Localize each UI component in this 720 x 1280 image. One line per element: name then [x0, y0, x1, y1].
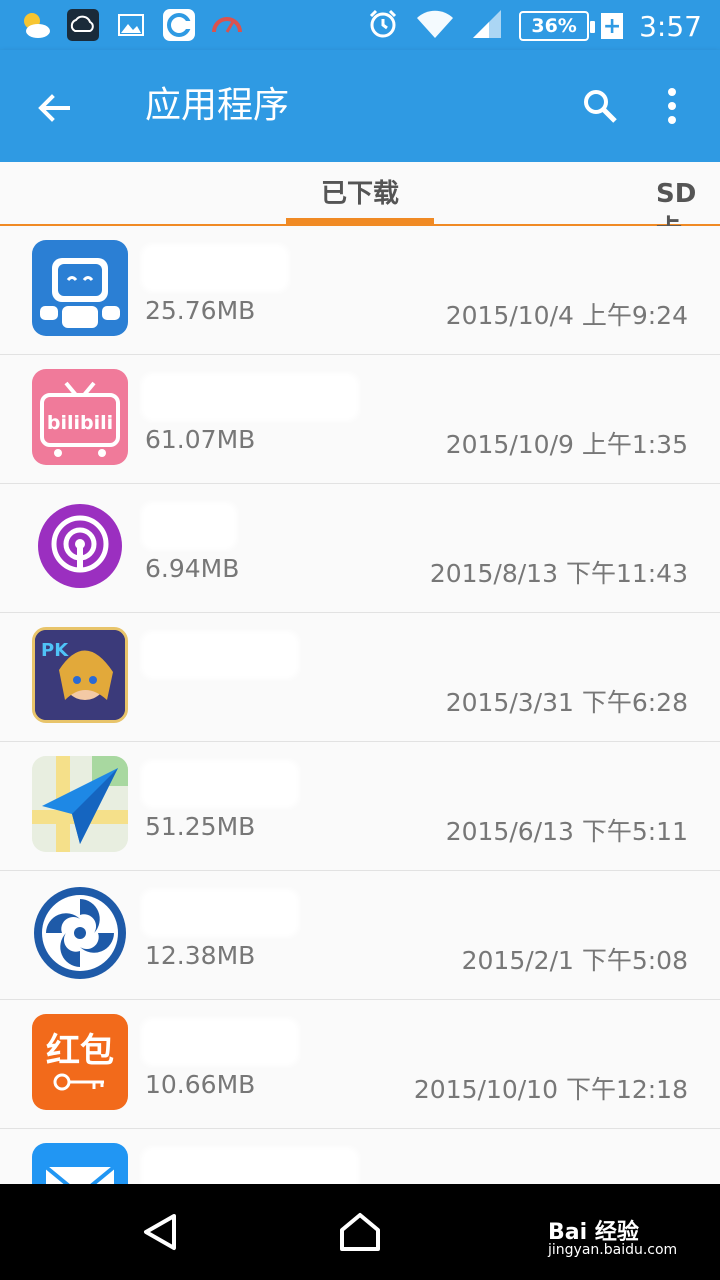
status-bar: 36% + 3:57	[0, 0, 720, 50]
tab-sd-card[interactable]: SD卡	[656, 176, 720, 245]
nav-home-button[interactable]	[332, 1208, 388, 1256]
red-packet-icon: 红包	[32, 1014, 128, 1110]
battery-icon: 36% +	[519, 11, 624, 41]
signal-icon	[471, 8, 503, 44]
overflow-menu-button[interactable]	[648, 80, 696, 132]
app-date: 2015/10/9 上午1:35	[445, 430, 688, 459]
app-bar: 应用程序	[0, 50, 720, 162]
list-item[interactable]: 12.38MB 2015/2/1 下午5:08	[0, 871, 720, 1000]
svg-text:bilibili: bilibili	[47, 412, 113, 434]
battery-level: 36%	[519, 11, 596, 41]
tab-bar: 已下载 SD卡	[0, 162, 720, 245]
list-item[interactable]: 6.94MB 2015/8/13 下午11:43	[0, 484, 720, 613]
browser-icon	[162, 8, 196, 42]
weather-icon	[18, 8, 52, 42]
app-date: 2015/2/1 下午5:08	[461, 946, 688, 975]
app-name-redacted	[145, 1022, 295, 1062]
app-size: 25.76MB	[145, 296, 256, 325]
watermark-url: jingyan.baidu.com	[548, 1242, 678, 1258]
mail-icon	[32, 1143, 128, 1184]
wifi-icon	[415, 8, 455, 44]
notification-icons	[18, 8, 244, 42]
app-size: 6.94MB	[145, 554, 240, 583]
nav-back-button[interactable]	[132, 1208, 188, 1256]
tab-indicator	[286, 218, 434, 224]
app-name-redacted	[145, 635, 295, 675]
spiral-logo-icon	[32, 885, 128, 981]
app-size: 51.25MB	[145, 812, 256, 841]
app-date: 2015/6/13 下午5:11	[445, 817, 688, 846]
app-date: 2015/10/4 上午9:24	[445, 301, 688, 330]
alarm-icon	[367, 8, 399, 44]
more-vert-icon	[668, 88, 676, 124]
charging-icon: +	[601, 13, 624, 39]
key-icon	[53, 1073, 104, 1091]
tab-label: 已下载	[320, 179, 399, 209]
arrow-left-icon	[38, 94, 70, 122]
image-icon	[114, 8, 148, 42]
bilibili-icon: bilibili	[32, 369, 128, 465]
list-item[interactable]: PK 2015/3/31 下午6:28	[0, 613, 720, 742]
svg-text:PK: PK	[41, 640, 69, 661]
list-item[interactable]	[0, 1129, 720, 1184]
navigation-bar: Bai 经验 jingyan.baidu.com	[0, 1184, 720, 1280]
robot-face-icon	[32, 240, 128, 336]
app-name-redacted	[145, 248, 285, 288]
system-icons: 36% + 3:57	[367, 8, 702, 44]
app-size: 10.66MB	[145, 1070, 256, 1099]
cloud-icon	[66, 8, 100, 42]
app-date: 2015/3/31 下午6:28	[445, 688, 688, 717]
clock: 3:57	[639, 9, 702, 43]
app-name-redacted	[145, 506, 233, 546]
app-name-redacted	[145, 1151, 355, 1184]
app-date: 2015/10/10 下午12:18	[413, 1075, 688, 1104]
list-item[interactable]: 25.76MB 2015/10/4 上午9:24	[0, 226, 720, 355]
podcast-icon	[32, 498, 128, 594]
back-button[interactable]	[26, 80, 82, 136]
list-item[interactable]: 51.25MB 2015/6/13 下午5:11	[0, 742, 720, 871]
app-name-redacted	[145, 893, 295, 933]
search-button[interactable]	[574, 80, 626, 132]
tab-downloaded[interactable]: 已下载	[286, 176, 434, 224]
page-title: 应用程序	[145, 85, 290, 126]
triangle-back-icon	[144, 1214, 176, 1250]
list-item[interactable]: 红包 10.66MB 2015/10/10 下午12:18	[0, 1000, 720, 1129]
map-plane-icon	[32, 756, 128, 852]
gauge-icon	[210, 8, 244, 42]
list-item[interactable]: bilibili 61.07MB 2015/10/9 上午1:35	[0, 355, 720, 484]
game-character-icon: PK	[32, 627, 128, 723]
app-date: 2015/8/13 下午11:43	[429, 559, 688, 588]
app-name-redacted	[145, 377, 355, 417]
search-icon	[584, 90, 617, 123]
app-list[interactable]: 25.76MB 2015/10/4 上午9:24 bilibili 61.07M…	[0, 226, 720, 1184]
home-icon	[340, 1213, 380, 1251]
app-size: 61.07MB	[145, 425, 256, 454]
app-size: 12.38MB	[145, 941, 256, 970]
red-packet-label: 红包	[46, 1031, 114, 1071]
app-name-redacted	[145, 764, 295, 804]
